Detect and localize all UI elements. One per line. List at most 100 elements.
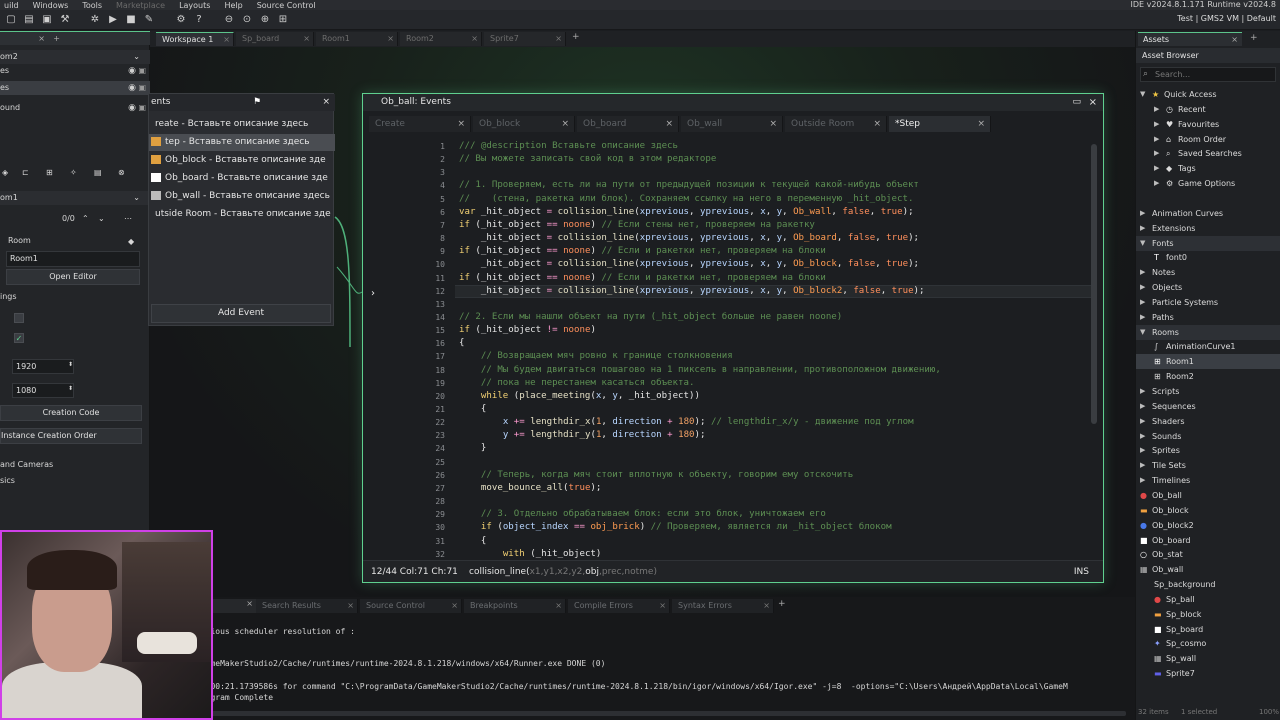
menu-item[interactable]: Source Control [253,1,326,10]
room-width-field[interactable]: 1920 [12,359,74,374]
clean-icon[interactable]: ✎ [142,13,156,27]
chevron-right-icon[interactable]: ▶ [1140,443,1145,458]
chevron-right-icon[interactable]: ▶ [1154,176,1159,191]
asset-row[interactable]: ▼ ★ Quick Access [1136,87,1280,102]
close-icon[interactable]: × [769,116,777,132]
workspace-tab[interactable]: Sp_board × [236,32,314,46]
folder-icon[interactable]: ▤ [94,166,102,180]
chevron-right-icon[interactable]: ▶ [1140,399,1145,414]
asset-row[interactable]: ▶ Animation Curves [1136,206,1280,221]
code-text-area[interactable]: /// @description Вставьте описание здесь… [455,136,1091,560]
asset-row[interactable]: ⊞ Room1 [1136,354,1280,370]
zoom-in-icon[interactable]: ⊕ [258,13,272,27]
event-item[interactable]: utside Room - Вставьте описание зде [149,206,335,223]
close-icon[interactable]: × [763,599,770,613]
room-select[interactable]: om2 ⌄ [0,50,150,64]
asset-row[interactable]: ▬ Ob_block [1136,503,1280,518]
tag-icon[interactable]: ◆ [128,237,134,246]
asset-row[interactable]: ▶ Notes [1136,265,1280,280]
assets-tab[interactable]: Assets × [1138,32,1242,46]
help-icon[interactable]: ? [192,13,206,27]
asset-search-input[interactable]: Search... [1140,67,1276,82]
asset-row[interactable]: ▶ Sounds [1136,429,1280,444]
stop-icon[interactable]: ■ [124,13,138,27]
code-tab[interactable]: Ob_board × [577,116,679,132]
asset-row[interactable]: ▶ Paths [1136,310,1280,325]
close-icon[interactable]: × [471,32,478,46]
close-icon[interactable]: × [1089,94,1097,111]
asset-row[interactable]: ▶ Sequences [1136,399,1280,414]
events-title-bar[interactable]: ents ⚑ × [149,94,335,111]
asset-row[interactable]: ▶ ◷ Recent [1136,102,1280,117]
chevron-right-icon[interactable]: ▶ [1140,414,1145,429]
chevron-right-icon[interactable]: ▶ [1140,265,1145,280]
asset-row[interactable]: ▶ ◆ Tags [1136,161,1280,176]
lock-icon[interactable]: ▣ [138,101,146,115]
event-item[interactable]: Ob_board - Вставьте описание зде [149,170,335,187]
event-item[interactable]: tep - Вставьте описание здесь [149,134,335,151]
chevron-right-icon[interactable]: ▶ [1140,429,1145,444]
close-icon[interactable]: × [659,599,666,613]
close-icon[interactable]: × [451,599,458,613]
close-icon[interactable]: × [561,116,569,132]
code-tab[interactable]: Ob_wall × [681,116,783,132]
chevron-right-icon[interactable]: ▶ [1154,161,1159,176]
add-instance-icon[interactable]: ⊞ [46,166,53,180]
output-tab[interactable]: Breakpoints × [464,599,566,613]
vertical-scrollbar[interactable] [1091,144,1097,424]
close-icon[interactable]: × [246,599,253,608]
asset-row[interactable]: ▶ Extensions [1136,221,1280,236]
event-item[interactable]: Ob_wall - Вставьте описание здесь [149,188,335,205]
asset-row[interactable]: ▼ Fonts [1136,235,1280,251]
add-tab-icon[interactable]: + [53,32,60,45]
menu-item[interactable]: Tools [78,1,112,10]
asset-row[interactable]: ✦ Sp_cosmo [1136,636,1280,651]
close-icon[interactable]: × [873,116,881,132]
asset-row[interactable]: ● Sp_ball [1136,592,1280,607]
close-icon[interactable]: × [1231,33,1238,47]
asset-row[interactable]: ▶ Objects [1136,280,1280,295]
workspace-tab[interactable]: Room2 × [400,32,482,46]
eye-icon[interactable]: ◉ [128,81,136,95]
close-icon[interactable]: × [555,32,562,46]
asset-row[interactable]: Tfont0 [1136,250,1280,265]
open-folder-icon[interactable]: ▤ [22,13,36,27]
instance-order-button[interactable]: Instance Creation Order [0,428,142,444]
chevron-right-icon[interactable]: ▶ [1154,132,1159,147]
flag-icon[interactable]: ⚑ [253,94,261,111]
settings-icon[interactable]: ⚙ [174,13,188,27]
lock-icon[interactable]: ▣ [138,64,146,78]
asset-row[interactable]: ▬ Sprite7 [1136,666,1280,681]
maximize-icon[interactable]: ▭ [1072,94,1081,111]
add-tab-icon[interactable]: + [572,32,580,42]
cameras-section[interactable]: and Cameras [0,458,150,472]
asset-row[interactable]: ● Ob_block2 [1136,518,1280,533]
add-tab-icon[interactable]: + [1250,33,1258,43]
output-tab[interactable]: Search Results × [256,599,358,613]
asset-row[interactable]: Sp_background [1136,577,1280,592]
close-icon[interactable]: × [665,116,673,132]
asset-row[interactable]: ⊞ Room2 [1136,369,1280,384]
chevron-right-icon[interactable]: ▶ [1154,146,1159,161]
close-icon[interactable]: × [977,116,985,132]
asset-row[interactable]: ▶ Timelines [1136,473,1280,488]
zoom-out-icon[interactable]: ⊖ [222,13,236,27]
delete-icon[interactable]: ⊗ [118,166,125,180]
chevron-right-icon[interactable]: ▶ [1140,473,1145,488]
asset-row[interactable]: ▶ Shaders [1136,414,1280,429]
close-icon[interactable]: × [457,116,465,132]
eye-icon[interactable]: ◉ [128,101,136,115]
creation-code-button[interactable]: Creation Code [0,405,142,421]
room-height-field[interactable]: 1080 [12,383,74,398]
eye-icon[interactable]: ◉ [128,64,136,78]
workspace-tab[interactable]: Sprite7 × [484,32,566,46]
asset-row[interactable]: ○ Ob_stat [1136,547,1280,562]
zoom-reset-icon[interactable]: ⊙ [240,13,254,27]
add-tab-icon[interactable]: + [778,599,786,609]
menu-item[interactable]: Help [220,1,252,10]
output-tab[interactable]: Compile Errors × [568,599,670,613]
layer-row-background[interactable]: ound ◉ ▣ [0,101,150,115]
chevron-right-icon[interactable]: ▶ [1140,384,1145,399]
magic-icon[interactable]: ✧ [70,166,77,180]
run-icon[interactable]: ▶ [106,13,120,27]
